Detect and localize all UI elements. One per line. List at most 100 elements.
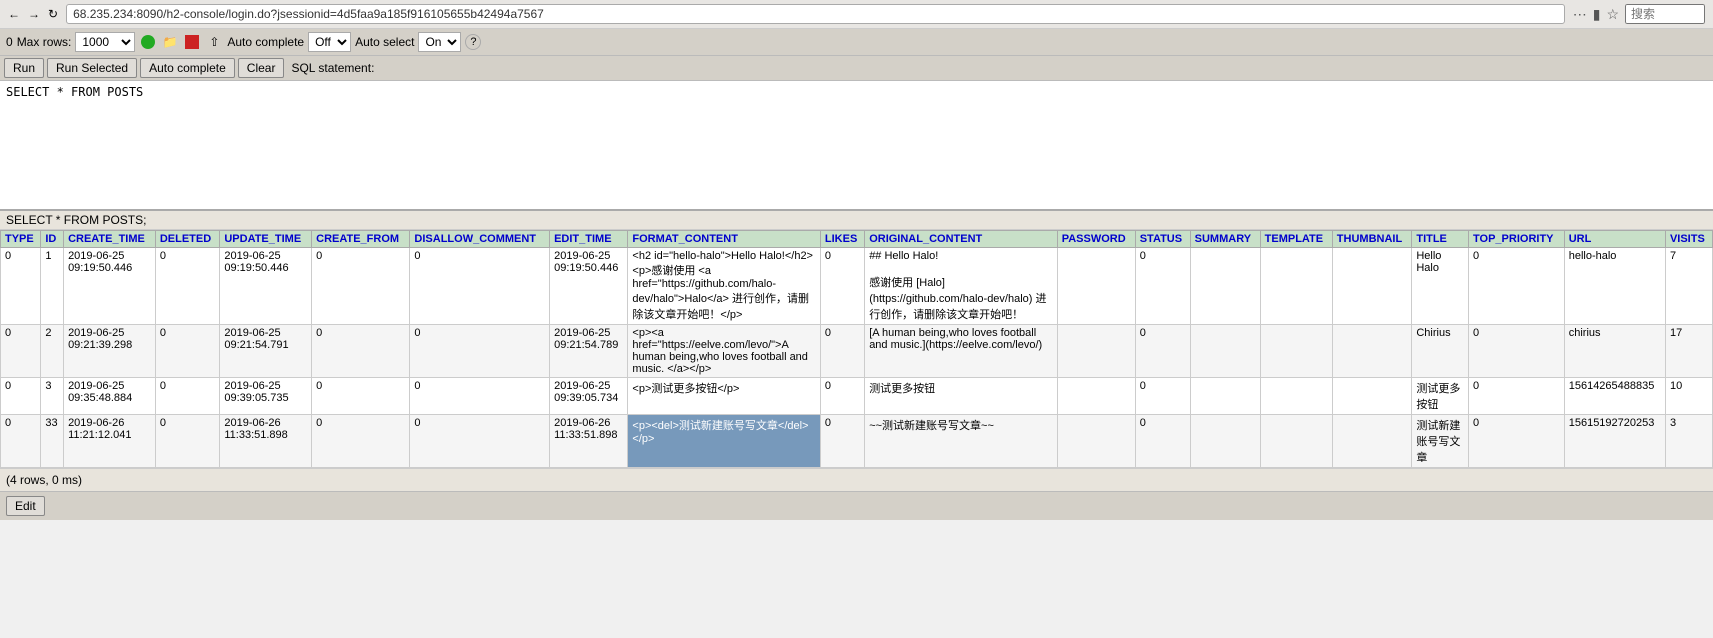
sql-text: SELECT * FROM POSTS: [6, 85, 1707, 99]
cell-thumbnail: [1332, 415, 1412, 468]
bookmark-icon[interactable]: ▮: [1593, 6, 1601, 23]
col-header-thumbnail: THUMBNAIL: [1332, 231, 1412, 248]
col-header-edit_time: EDIT_TIME: [550, 231, 628, 248]
cell-thumbnail: [1332, 248, 1412, 325]
cell-visits: 3: [1665, 415, 1712, 468]
auto-select-label: Auto select: [355, 35, 414, 49]
edit-button[interactable]: Edit: [6, 496, 45, 516]
cell-deleted: 0: [155, 378, 220, 415]
cell-visits: 10: [1665, 378, 1712, 415]
run-selected-button[interactable]: Run Selected: [47, 58, 137, 78]
table-row: 022019-06-25 09:21:39.29802019-06-25 09:…: [1, 325, 1713, 378]
more-icon[interactable]: ⋯: [1573, 6, 1587, 23]
cell-title: Hello Halo: [1412, 248, 1469, 325]
col-header-top_priority: TOP_PRIORITY: [1469, 231, 1565, 248]
button-row: Run Run Selected Auto complete Clear SQL…: [0, 56, 1713, 81]
folder-icon[interactable]: 📁: [161, 33, 179, 51]
cell-original_content: [A human being,who loves football and mu…: [865, 325, 1058, 378]
col-header-disallow_comment: DISALLOW_COMMENT: [410, 231, 550, 248]
table-row: 012019-06-25 09:19:50.44602019-06-25 09:…: [1, 248, 1713, 325]
col-header-title: TITLE: [1412, 231, 1469, 248]
run-button[interactable]: Run: [4, 58, 44, 78]
auto-complete-button[interactable]: Auto complete: [140, 58, 235, 78]
star-icon[interactable]: ☆: [1606, 6, 1619, 23]
cell-create_time: 2019-06-25 09:21:39.298: [64, 325, 156, 378]
cell-update_time: 2019-06-25 09:39:05.735: [220, 378, 312, 415]
cell-password: [1057, 325, 1135, 378]
search-input[interactable]: [1625, 4, 1705, 24]
cell-create_from: 0: [312, 378, 410, 415]
cell-summary: [1190, 325, 1260, 378]
cell-edit_time: 2019-06-25 09:39:05.734: [550, 378, 628, 415]
table-row: 0332019-06-26 11:21:12.04102019-06-26 11…: [1, 415, 1713, 468]
cell-status: 0: [1135, 378, 1190, 415]
table-header: TYPEIDCREATE_TIMEDELETEDUPDATE_TIMECREAT…: [1, 231, 1713, 248]
cell-likes: 0: [820, 248, 864, 325]
col-header-status: STATUS: [1135, 231, 1190, 248]
col-header-format_content: FORMAT_CONTENT: [628, 231, 821, 248]
cell-edit_time: 2019-06-26 11:33:51.898: [550, 415, 628, 468]
sql-statement-label: SQL statement:: [291, 61, 374, 75]
cell-type: 0: [1, 248, 41, 325]
cell-type: 0: [1, 325, 41, 378]
cell-status: 0: [1135, 248, 1190, 325]
cell-id: 1: [41, 248, 64, 325]
help-icon[interactable]: ?: [465, 34, 481, 50]
cell-thumbnail: [1332, 325, 1412, 378]
cell-password: [1057, 378, 1135, 415]
cell-visits: 7: [1665, 248, 1712, 325]
col-header-visits: VISITS: [1665, 231, 1712, 248]
col-header-update_time: UPDATE_TIME: [220, 231, 312, 248]
cell-disallow_comment: 0: [410, 325, 550, 378]
cell-disallow_comment: 0: [410, 378, 550, 415]
cell-title: 测试新建 账号写文 章: [1412, 415, 1469, 468]
cell-template: [1260, 248, 1332, 325]
cell-format_content: <p><del>测试新建账号写文章</del></p>: [628, 415, 821, 468]
url-bar[interactable]: [66, 4, 1565, 24]
results-table: TYPEIDCREATE_TIMEDELETEDUPDATE_TIMECREAT…: [0, 230, 1713, 468]
cell-summary: [1190, 415, 1260, 468]
browser-back-icon[interactable]: ←: [8, 7, 20, 21]
cell-deleted: 0: [155, 248, 220, 325]
cell-id: 33: [41, 415, 64, 468]
cell-edit_time: 2019-06-25 09:19:50.446: [550, 248, 628, 325]
cell-top_priority: 0: [1469, 378, 1565, 415]
cell-template: [1260, 378, 1332, 415]
cell-likes: 0: [820, 325, 864, 378]
cell-format_content: <p>测试更多按钮</p>: [628, 378, 821, 415]
browser-bar: ← → ↻ ⋯ ▮ ☆: [0, 0, 1713, 29]
stop-red-icon[interactable]: [183, 33, 201, 51]
sql-editor[interactable]: SELECT * FROM POSTS: [0, 81, 1713, 211]
cell-url: 15614265488835: [1564, 378, 1665, 415]
cell-original_content: ~~测试新建账号写文章~~: [865, 415, 1058, 468]
cell-id: 3: [41, 378, 64, 415]
table-row: 032019-06-25 09:35:48.88402019-06-25 09:…: [1, 378, 1713, 415]
cell-top_priority: 0: [1469, 415, 1565, 468]
cell-original_content: ## Hello Halo! 感谢使用 [Halo](https://githu…: [865, 248, 1058, 325]
auto-complete-select[interactable]: Off On: [308, 32, 351, 52]
cell-deleted: 0: [155, 325, 220, 378]
cell-url: chirius: [1564, 325, 1665, 378]
results-container: TYPEIDCREATE_TIMEDELETEDUPDATE_TIMECREAT…: [0, 230, 1713, 468]
col-header-id: ID: [41, 231, 64, 248]
table-body: 012019-06-25 09:19:50.44602019-06-25 09:…: [1, 248, 1713, 468]
cell-likes: 0: [820, 378, 864, 415]
toolbar: 0 Max rows: 1000 100 500 10000 📁 ⇧ Auto …: [0, 29, 1713, 56]
browser-forward-icon[interactable]: →: [28, 7, 40, 21]
cell-url: 15615192720253: [1564, 415, 1665, 468]
cell-create_from: 0: [312, 248, 410, 325]
col-header-create_from: CREATE_FROM: [312, 231, 410, 248]
col-header-type: TYPE: [1, 231, 41, 248]
cell-update_time: 2019-06-25 09:21:54.791: [220, 325, 312, 378]
auto-select-select[interactable]: On Off: [418, 32, 461, 52]
browser-refresh-icon[interactable]: ↻: [48, 7, 58, 21]
cell-title: Chirius: [1412, 325, 1469, 378]
run-green-icon[interactable]: [139, 33, 157, 51]
max-rows-select[interactable]: 1000 100 500 10000: [75, 32, 135, 52]
col-header-summary: SUMMARY: [1190, 231, 1260, 248]
cell-create_from: 0: [312, 415, 410, 468]
clear-button[interactable]: Clear: [238, 58, 285, 78]
cell-id: 2: [41, 325, 64, 378]
cell-update_time: 2019-06-25 09:19:50.446: [220, 248, 312, 325]
export-icon[interactable]: ⇧: [205, 33, 223, 51]
